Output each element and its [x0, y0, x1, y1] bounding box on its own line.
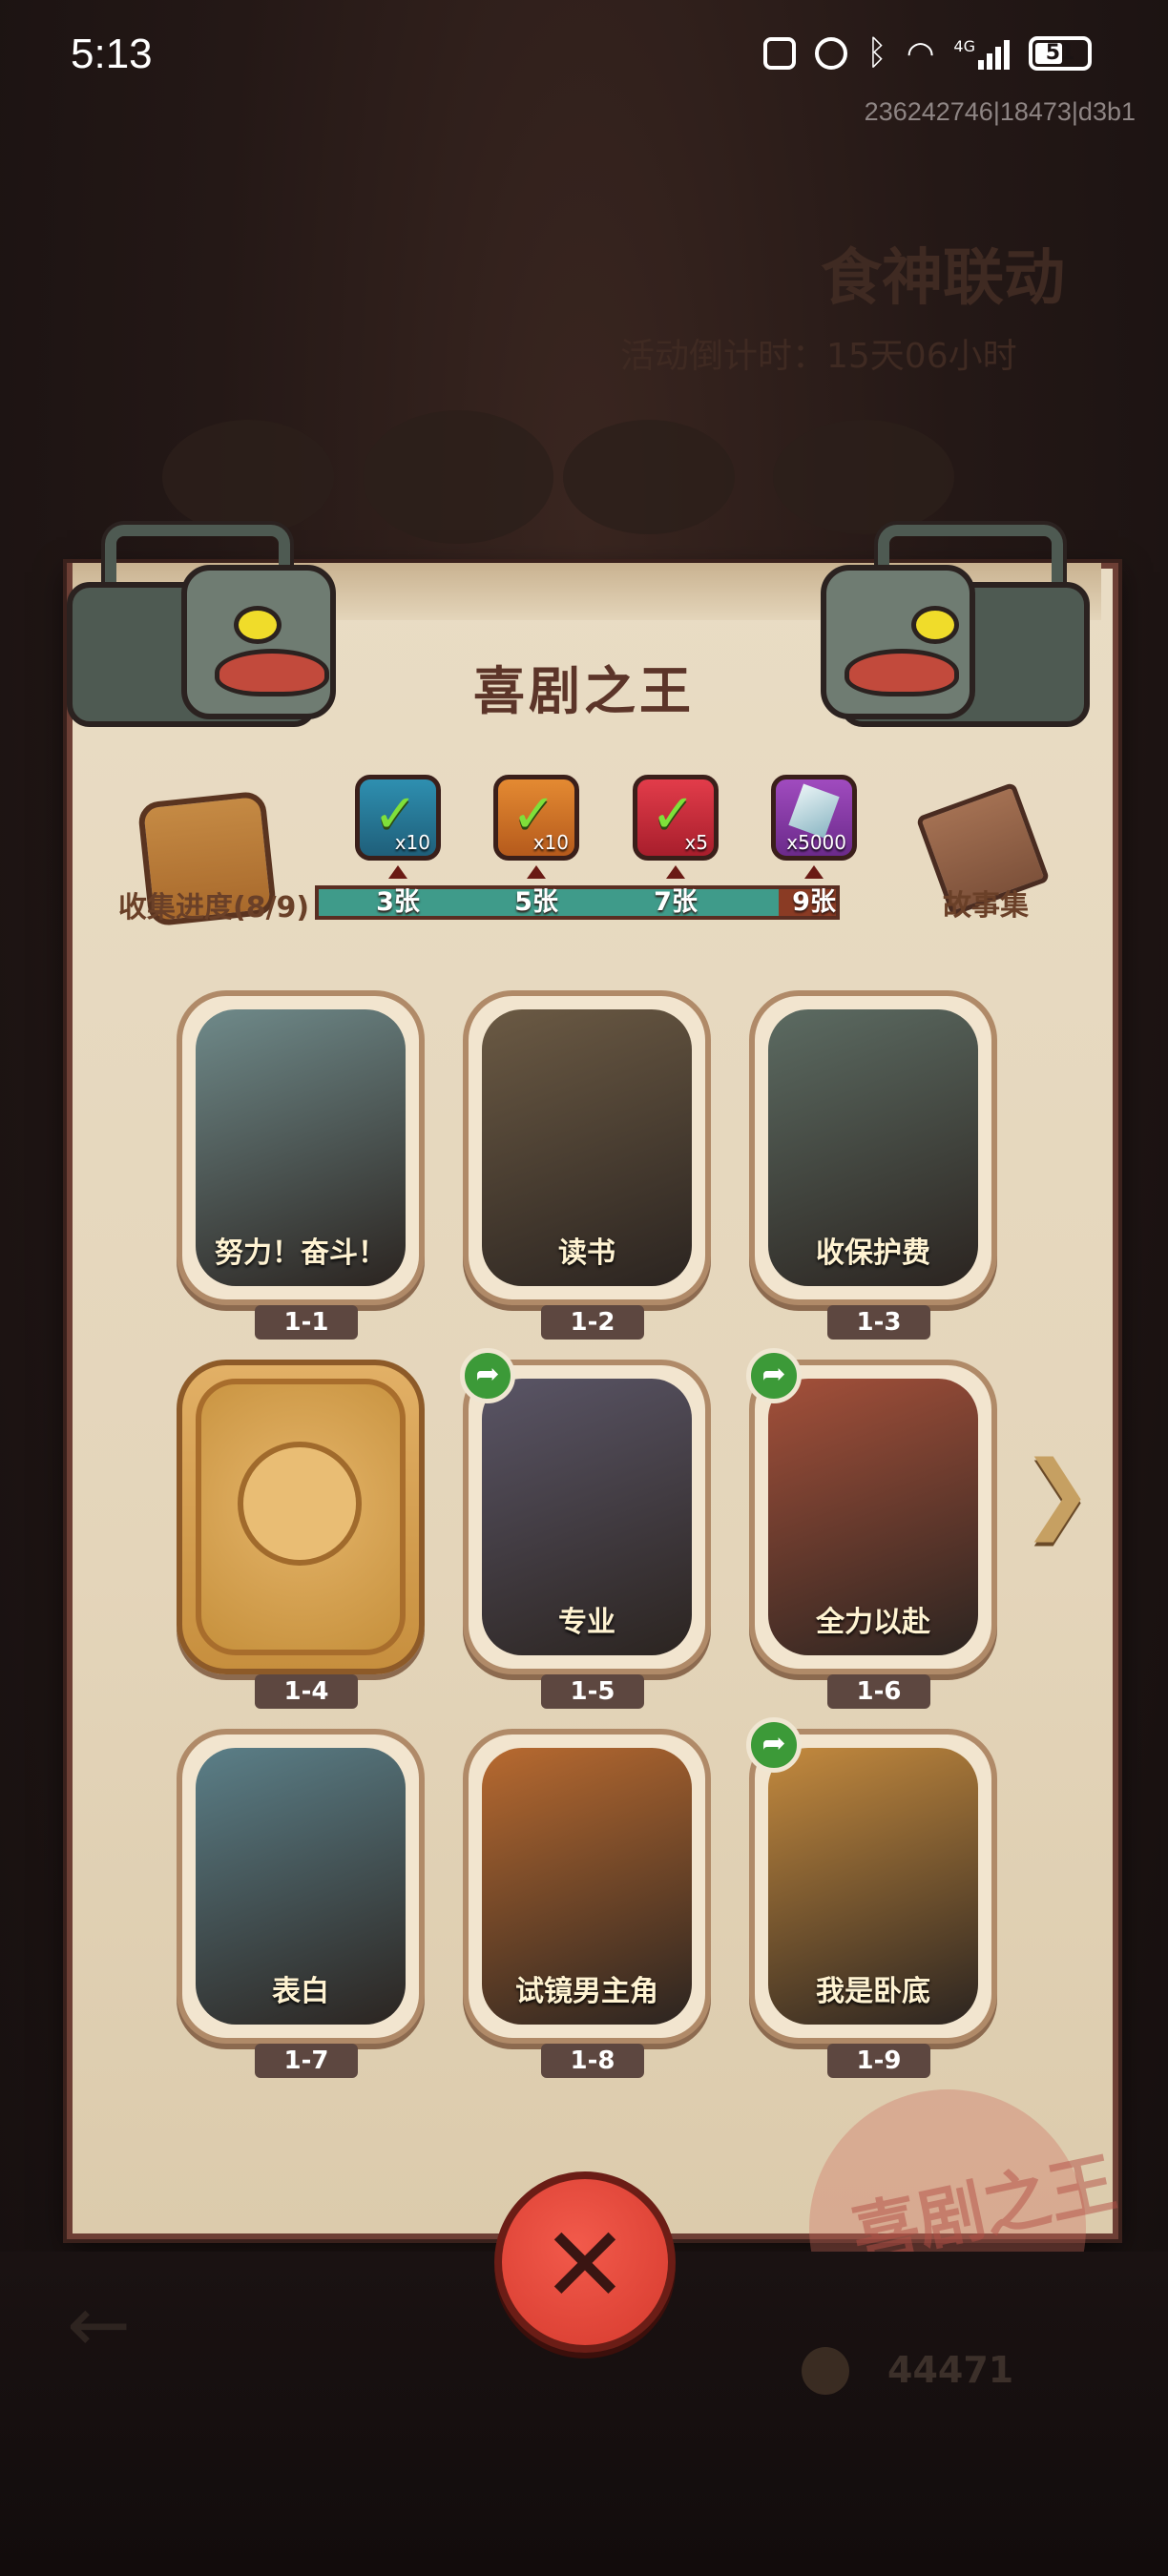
status-time: 5:13	[71, 31, 153, 77]
alarm-icon	[815, 37, 848, 70]
collect-progress-label: 收集进度(8/9)	[118, 891, 310, 924]
event-title: 食神联动	[821, 243, 1065, 314]
card-1-1[interactable]: 努力！奋斗！ 1-1	[177, 990, 425, 1340]
story-collection-label[interactable]: 故事集	[943, 882, 1029, 924]
reward-9-button[interactable]: x5000	[771, 775, 857, 861]
reward-3-button[interactable]: ✓ x10	[355, 775, 441, 861]
card-code: 1-6	[827, 1674, 930, 1709]
reward-qty: x5000	[786, 831, 846, 854]
card-title: 我是卧底	[816, 1975, 930, 2008]
card-title: 努力！奋斗！	[215, 1236, 386, 1270]
milestone-marker	[804, 865, 824, 879]
panel-title: 喜剧之王	[473, 661, 695, 721]
battery-icon: 51	[1029, 36, 1092, 71]
milestone-label: 7张	[654, 887, 698, 917]
silhouette-icon	[238, 1442, 362, 1566]
card-code: 1-3	[827, 1305, 930, 1340]
battery-level: 51	[1045, 41, 1075, 65]
card-title: 全力以赴	[816, 1606, 930, 1639]
share-icon[interactable]: ➦	[460, 1348, 515, 1403]
coin-icon	[802, 2347, 849, 2395]
milestone-label: 3张	[376, 887, 420, 917]
nfc-icon	[763, 37, 797, 70]
session-id: 236242746|18473|d3b1	[864, 97, 1136, 126]
card-1-8[interactable]: 试镜男主角 1-8	[463, 1729, 711, 2078]
status-icons: ᛒ ◠ 4G 51	[763, 36, 1092, 71]
coin-count: 44471	[887, 2349, 1014, 2391]
card-code: 1-4	[255, 1674, 358, 1709]
network-type: 4G	[953, 37, 975, 55]
background-dish	[563, 420, 735, 534]
crystal-icon	[788, 783, 840, 839]
card-code: 1-8	[541, 2044, 644, 2078]
reward-5-button[interactable]: ✓ x10	[493, 775, 579, 861]
reward-qty: x10	[532, 831, 569, 854]
card-code: 1-1	[255, 1305, 358, 1340]
milestone-label: 9张	[792, 887, 836, 917]
card-code: 1-2	[541, 1305, 644, 1340]
share-icon[interactable]: ➦	[746, 1348, 802, 1403]
card-1-6[interactable]: 全力以赴 1-6	[749, 1360, 997, 1709]
card-code: 1-5	[541, 1674, 644, 1709]
bluetooth-icon: ᛒ	[866, 33, 887, 73]
next-page-button[interactable]: ❯	[1021, 1441, 1093, 1546]
card-title: 收保护费	[816, 1236, 930, 1270]
card-1-3[interactable]: 收保护费 1-3	[749, 990, 997, 1340]
card-title: 表白	[272, 1975, 329, 2008]
card-1-9[interactable]: 我是卧底 1-9	[749, 1729, 997, 2078]
close-button[interactable]: ✕	[494, 2171, 676, 2353]
card-title: 试镜男主角	[515, 1975, 658, 2008]
background-dish	[363, 410, 553, 544]
reward-qty: x10	[394, 831, 430, 854]
event-countdown: 活动倒计时：15天06小时	[620, 337, 1017, 376]
card-code: 1-7	[255, 2044, 358, 2078]
card-title: 专业	[558, 1606, 615, 1639]
back-arrow-icon: ←	[67, 2280, 132, 2369]
status-bar: 5:13 ᛒ ◠ 4G 51 236242746|18473|d3b1	[0, 0, 1168, 126]
card-code: 1-9	[827, 2044, 930, 2078]
card-1-7[interactable]: 表白 1-7	[177, 1729, 425, 2078]
card-1-5[interactable]: 专业 1-5	[463, 1360, 711, 1709]
card-title: 读书	[558, 1236, 615, 1270]
signal-icon: 4G	[953, 37, 1010, 70]
next-arrow-icon: ❯	[1021, 1443, 1094, 1543]
reward-qty: x5	[684, 831, 708, 854]
milestone-marker	[666, 865, 685, 879]
milestone-marker	[388, 865, 407, 879]
wifi-icon: ◠	[906, 34, 935, 73]
close-icon: ✕	[540, 2204, 630, 2326]
reward-7-button[interactable]: ✓ x5	[633, 775, 719, 861]
card-1-2[interactable]: 读书 1-2	[463, 990, 711, 1340]
share-icon[interactable]: ➦	[746, 1717, 802, 1773]
milestone-marker	[527, 865, 546, 879]
milestone-label: 5张	[514, 887, 558, 917]
card-1-4[interactable]: 1-4	[177, 1360, 425, 1709]
